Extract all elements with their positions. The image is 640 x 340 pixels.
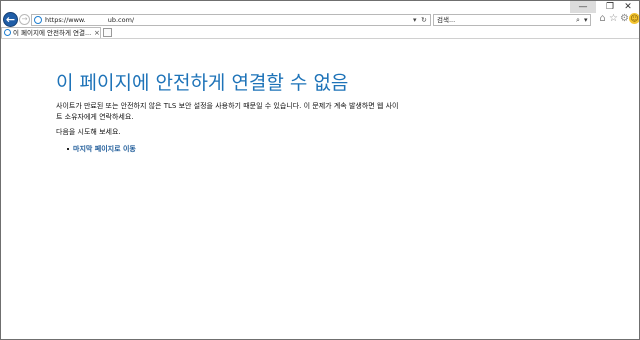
url-host: ub.com/ bbox=[107, 16, 135, 24]
address-bar[interactable]: https://www. ub.com/ ▾ ↻ bbox=[31, 14, 431, 26]
new-tab-button[interactable] bbox=[103, 28, 112, 37]
home-icon[interactable]: ⌂ bbox=[597, 13, 608, 24]
page-content: 이 페이지에 안전하게 연결할 수 없음 사이트가 만료된 또는 안전하지 않은… bbox=[1, 39, 639, 339]
try-label: 다음을 시도해 보세요. bbox=[56, 128, 121, 136]
refresh-icon[interactable]: ↻ bbox=[421, 15, 427, 25]
page-title: 이 페이지에 안전하게 연결할 수 없음 bbox=[56, 72, 349, 94]
search-icon[interactable]: ⌕ bbox=[576, 15, 580, 25]
tab-current[interactable]: 이 페이지에 안전하게 연결... × bbox=[1, 27, 101, 38]
tab-close-icon[interactable]: × bbox=[94, 28, 100, 38]
error-description: 사이트가 만료된 또는 안전하지 않은 TLS 보안 설정을 사용하기 때문일 … bbox=[56, 102, 399, 121]
tab-bar: 이 페이지에 안전하게 연결... × bbox=[1, 27, 639, 39]
go-to-last-page-link[interactable]: 마지막 페이지로 이동 bbox=[73, 145, 136, 153]
favorites-icon[interactable]: ☆ bbox=[608, 13, 619, 24]
list-item: 마지막 페이지로 이동 bbox=[67, 144, 136, 155]
search-box[interactable]: 검색... ⌕ ▾ bbox=[433, 14, 591, 26]
ie-icon bbox=[34, 16, 42, 24]
back-button[interactable]: ← bbox=[3, 12, 18, 27]
browser-window: — ❐ ✕ ← → https://www. ub.com/ ▾ ↻ 검색... … bbox=[0, 0, 640, 340]
forward-button[interactable]: → bbox=[19, 14, 30, 25]
address-url[interactable]: https://www. ub.com/ bbox=[45, 15, 134, 25]
bullet-icon bbox=[67, 148, 69, 150]
search-placeholder: 검색... bbox=[437, 16, 456, 24]
url-scheme: https://www. bbox=[45, 16, 86, 24]
tab-ie-icon bbox=[4, 29, 11, 36]
navigation-bar: ← → https://www. ub.com/ ▾ ↻ 검색... ⌕ ▾ bbox=[1, 11, 639, 28]
suggestion-list: 마지막 페이지로 이동 bbox=[67, 144, 136, 155]
address-dropdown-icon[interactable]: ▾ bbox=[413, 15, 417, 25]
title-bar: — ❐ ✕ bbox=[1, 1, 639, 13]
feedback-smiley-icon[interactable]: ☺ bbox=[629, 13, 639, 24]
search-dropdown-icon[interactable]: ▾ bbox=[584, 15, 588, 25]
tab-title: 이 페이지에 안전하게 연결... bbox=[13, 29, 92, 37]
